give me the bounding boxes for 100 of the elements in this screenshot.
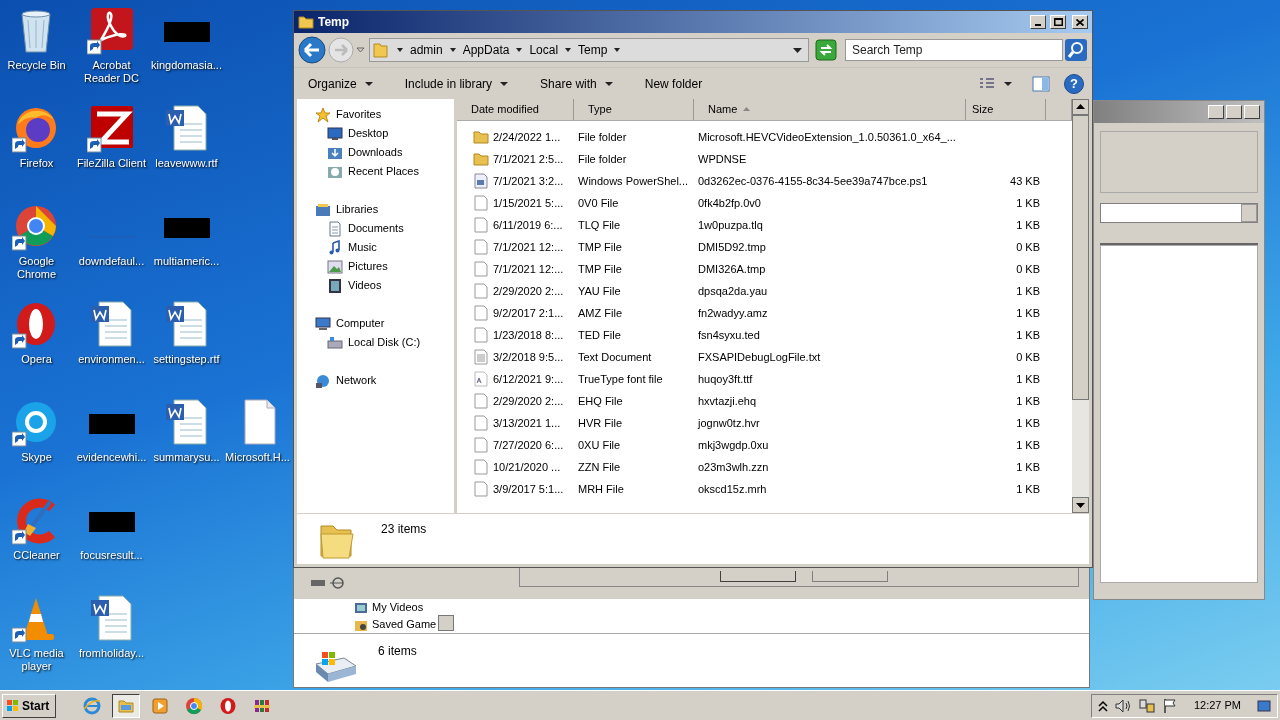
maximize-button[interactable] bbox=[1226, 105, 1242, 119]
nav-item[interactable]: Local Disk (C:) bbox=[297, 333, 454, 352]
desktop-icon-label[interactable]: Acrobat Reader DC bbox=[74, 59, 149, 85]
nav-item[interactable]: Favorites bbox=[297, 105, 454, 124]
caret-icon[interactable] bbox=[564, 46, 573, 54]
refresh-button[interactable] bbox=[815, 39, 837, 61]
help-button[interactable]: ? bbox=[1064, 73, 1084, 94]
desktop-icon-label[interactable]: downdefaul... bbox=[78, 255, 145, 268]
nav-item[interactable]: Computer bbox=[297, 314, 454, 333]
table-cell[interactable]: 1w0puzpa.tlq bbox=[694, 216, 966, 234]
table-cell[interactable]: FXSAPIDebugLogFile.txt bbox=[694, 348, 966, 366]
desktop-icon-label[interactable]: kingdomasia... bbox=[151, 59, 222, 72]
dropdown-field[interactable] bbox=[1100, 203, 1258, 223]
column-header[interactable]: Size bbox=[966, 99, 1046, 120]
caret-icon[interactable] bbox=[448, 46, 457, 54]
minimize-button[interactable] bbox=[1208, 105, 1224, 119]
close-button[interactable] bbox=[1244, 105, 1260, 119]
toolbar-button[interactable]: Share with bbox=[534, 71, 619, 96]
maximize-button[interactable] bbox=[1050, 15, 1066, 29]
desktop-icon-label[interactable]: Firefox bbox=[19, 157, 54, 170]
nav-item[interactable]: Pictures bbox=[297, 257, 454, 276]
table-cell[interactable]: mkj3wgdp.0xu bbox=[694, 436, 966, 454]
column-header[interactable]: Date modified bbox=[457, 99, 574, 120]
table-cell[interactable]: dpsqa2da.yau bbox=[694, 282, 966, 300]
table-cell[interactable]: hxvtazji.ehq bbox=[694, 392, 966, 410]
desktop-icon-label[interactable]: settingstep.rtf bbox=[153, 353, 220, 366]
caret-icon[interactable] bbox=[793, 46, 802, 54]
table-cell[interactable]: huqoy3ft.ttf bbox=[694, 370, 966, 388]
computer-icon bbox=[315, 315, 331, 332]
desktop-icon-label[interactable]: summarysu... bbox=[153, 451, 220, 464]
table-cell[interactable]: WPDNSE bbox=[694, 150, 966, 168]
desktop-icon-label[interactable]: leavewww.rtf bbox=[155, 157, 218, 170]
scroll-down-button[interactable] bbox=[1072, 497, 1089, 513]
table-cell[interactable]: jognw0tz.hvr bbox=[694, 414, 966, 432]
table-cell[interactable]: okscd15z.mrh bbox=[694, 480, 966, 498]
scroll-thumb[interactable] bbox=[1072, 115, 1089, 400]
desktop-icon-label[interactable]: environmen... bbox=[78, 353, 145, 366]
speaker-icon[interactable] bbox=[1113, 697, 1132, 714]
table-cell[interactable]: o23m3wlh.zzn bbox=[694, 458, 966, 476]
caret-icon[interactable] bbox=[515, 46, 524, 54]
minimize-button[interactable] bbox=[1030, 15, 1046, 29]
column-header[interactable]: Name bbox=[694, 99, 966, 120]
search-icon[interactable] bbox=[1065, 39, 1087, 61]
toolbar-button[interactable]: Include in library bbox=[398, 71, 515, 96]
scroll-up-button[interactable] bbox=[1072, 99, 1089, 115]
nav-item[interactable]: Videos bbox=[297, 276, 454, 295]
vertical-scrollbar[interactable] bbox=[1072, 99, 1089, 513]
table-cell[interactable]: 0d3262ec-0376-4155-8c34-5ee39a747bce.ps1 bbox=[694, 172, 966, 190]
table-cell[interactable]: fn2wadyy.amz bbox=[694, 304, 966, 322]
table-cell[interactable]: Microsoft.HEVCVideoExtension_1.0.50361.0_x64_... bbox=[694, 128, 966, 146]
desktop-icon-label[interactable]: focusresult... bbox=[80, 549, 143, 562]
back-button[interactable] bbox=[298, 36, 326, 64]
recent-pages-icon[interactable] bbox=[356, 46, 365, 54]
caret-icon[interactable] bbox=[1004, 80, 1012, 87]
desktop-icon-label[interactable]: Recycle Bin bbox=[7, 59, 66, 72]
desktop-icon-label[interactable]: Microsoft.H... bbox=[225, 451, 290, 464]
chevron-up-icon[interactable] bbox=[1097, 699, 1108, 712]
nav-item[interactable]: My Videos bbox=[372, 599, 424, 616]
nav-item[interactable]: Music bbox=[297, 238, 454, 257]
table-cell[interactable]: 0fk4b2fp.0v0 bbox=[694, 194, 966, 212]
nav-item[interactable]: Documents bbox=[297, 219, 454, 238]
search-field[interactable]: Search Temp bbox=[845, 39, 1063, 61]
breadcrumb-item[interactable]: Temp bbox=[578, 41, 608, 59]
desktop-icon-label[interactable]: CCleaner bbox=[13, 549, 60, 562]
caret-icon[interactable] bbox=[613, 46, 622, 54]
clock[interactable]: 12:27 PM bbox=[1183, 697, 1251, 714]
dialog-button[interactable] bbox=[720, 571, 796, 582]
text-file-icon bbox=[473, 349, 489, 365]
flag-icon[interactable] bbox=[1161, 697, 1178, 714]
desktop-icon-label[interactable]: multiameric... bbox=[153, 255, 220, 268]
show-desktop-icon[interactable] bbox=[1257, 698, 1271, 713]
toolbar-button[interactable]: New folder bbox=[638, 71, 709, 96]
nav-item[interactable]: Desktop bbox=[297, 124, 454, 143]
close-button[interactable] bbox=[1072, 15, 1088, 29]
breadcrumb-item[interactable]: admin bbox=[410, 41, 443, 59]
nav-item[interactable]: Downloads bbox=[297, 143, 454, 162]
view-options-icon[interactable] bbox=[978, 76, 996, 91]
nav-item[interactable]: Network bbox=[297, 371, 454, 390]
table-cell-text: HVR File bbox=[577, 415, 623, 431]
nav-item[interactable]: Recent Places bbox=[297, 162, 454, 181]
toolbar-button[interactable]: Organize bbox=[302, 71, 379, 96]
table-cell[interactable]: fsn4syxu.ted bbox=[694, 326, 966, 344]
desktop-icon-label[interactable]: FileZilla Client bbox=[76, 157, 147, 170]
breadcrumb-item[interactable]: AppData bbox=[462, 41, 510, 59]
column-header[interactable]: Type bbox=[574, 99, 694, 120]
table-cell[interactable]: DMI5D92.tmp bbox=[694, 238, 966, 256]
table-cell-text: 0XU File bbox=[577, 437, 622, 453]
taskbar-button[interactable] bbox=[112, 693, 140, 718]
breadcrumb-item[interactable]: Local bbox=[529, 41, 559, 59]
network-icon[interactable] bbox=[1137, 697, 1156, 714]
desktop-icon-label[interactable]: Skype bbox=[21, 451, 52, 464]
address-bar[interactable]: admin AppData Local Temp bbox=[369, 38, 809, 62]
table-cell[interactable]: DMI326A.tmp bbox=[694, 260, 966, 278]
nav-item[interactable]: Saved Game bbox=[372, 616, 437, 633]
caret-icon[interactable] bbox=[396, 46, 404, 54]
desktop-icon-label[interactable]: evidencewhi... bbox=[76, 451, 147, 464]
nav-item[interactable]: Libraries bbox=[297, 200, 454, 219]
desktop-icon-label[interactable]: Google Chrome bbox=[0, 255, 74, 281]
start-button[interactable]: Start bbox=[2, 693, 56, 718]
desktop-icon-label[interactable]: Opera bbox=[21, 353, 52, 366]
